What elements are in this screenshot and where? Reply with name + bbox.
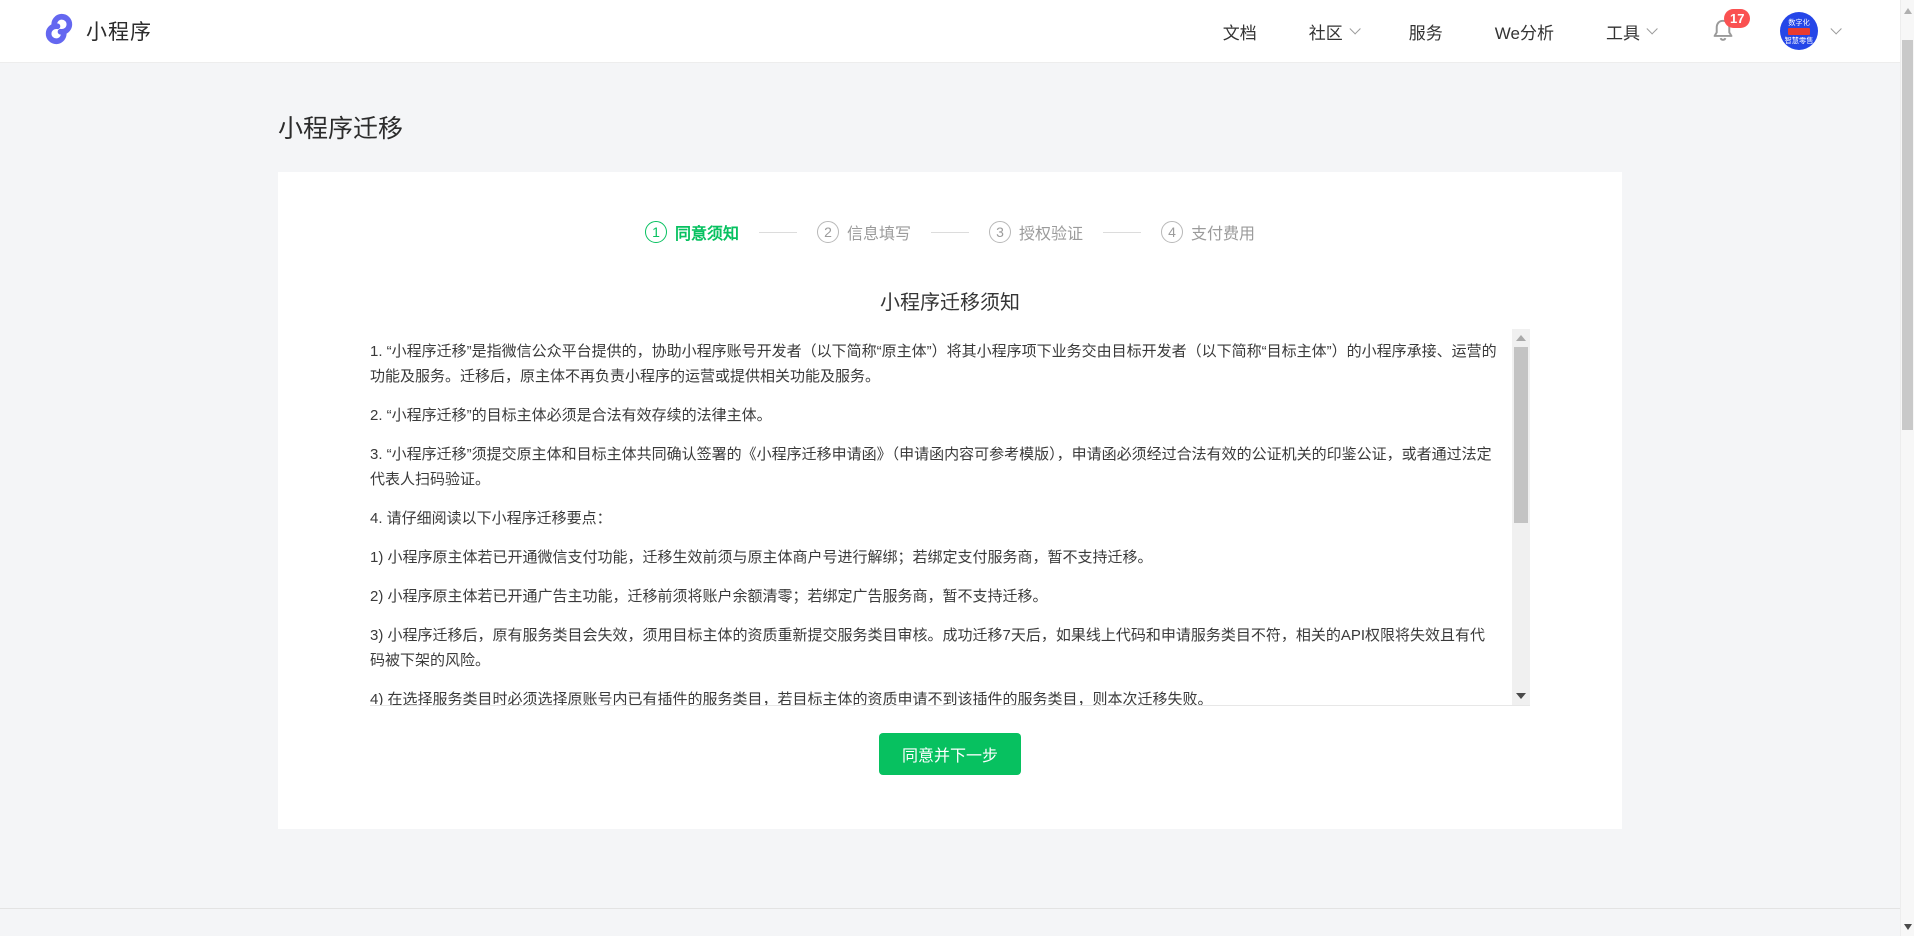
step-number: 3 xyxy=(989,221,1011,243)
notice-paragraph: 4) 在选择服务类目时必须选择原账号内已有插件的服务类目，若目标主体的资质申请不… xyxy=(370,687,1500,705)
avatar-text-bottom: 智慧零售 xyxy=(1785,36,1814,44)
nav-item-label: 文档 xyxy=(1223,19,1257,44)
step-number: 2 xyxy=(817,221,839,243)
step-label: 同意须知 xyxy=(675,220,739,244)
button-row: 同意并下一步 xyxy=(278,733,1622,775)
logo-text: 小程序 xyxy=(86,16,152,46)
scroll-up-arrow-icon[interactable] xyxy=(1904,8,1912,14)
footer: 关于腾讯 | 文档中心 | 规则中心 | 客服中心 | 侵权投诉 Copyrig… xyxy=(0,908,1900,936)
nav-item-label: 工具 xyxy=(1606,19,1640,44)
notice-paragraph: 4. 请仔细阅读以下小程序迁移要点： xyxy=(370,506,1500,531)
notification-bell-button[interactable]: 17 xyxy=(1710,15,1740,47)
nav-item-label: We分析 xyxy=(1495,19,1554,44)
page-root: 小程序 文档 社区 服务 We分析 工具 xyxy=(0,0,1900,936)
page-title: 小程序迁移 xyxy=(278,109,1622,145)
page-scrollbar-thumb[interactable] xyxy=(1902,40,1913,430)
avatar-text-top: 数字化 xyxy=(1788,18,1810,26)
notice-paragraph: 3. “小程序迁移”须提交原主体和目标主体共同确认签署的《小程序迁移申请函》（申… xyxy=(370,442,1500,492)
nav-item-label: 社区 xyxy=(1309,19,1343,44)
notice-paragraph: 2) 小程序原主体若已开通广告主功能，迁移前须将账户余额清零；若绑定广告服务商，… xyxy=(370,584,1500,609)
chevron-down-icon xyxy=(1349,23,1360,34)
nav-item-tools[interactable]: 工具 xyxy=(1606,19,1654,44)
miniprogram-logo[interactable]: 小程序 xyxy=(42,12,152,51)
notice-scroll-area[interactable]: 1. “小程序迁移”是指微信公众平台提供的，协助小程序账号开发者（以下简称“原主… xyxy=(370,329,1530,706)
notice-text: 1. “小程序迁移”是指微信公众平台提供的，协助小程序账号开发者（以下简称“原主… xyxy=(370,329,1530,705)
nav-item-community[interactable]: 社区 xyxy=(1309,19,1357,44)
step-number: 4 xyxy=(1161,221,1183,243)
top-navbar: 小程序 文档 社区 服务 We分析 工具 xyxy=(0,0,1900,63)
chevron-down-icon xyxy=(1646,23,1657,34)
notice-scrollbar[interactable] xyxy=(1512,329,1530,705)
notice-title: 小程序迁移须知 xyxy=(278,286,1622,315)
step-connector xyxy=(1103,232,1141,233)
step-payment: 4 支付费用 xyxy=(1161,220,1255,244)
notice-paragraph: 1) 小程序原主体若已开通微信支付功能，迁移生效前须与原主体商户号进行解绑；若绑… xyxy=(370,545,1500,570)
miniprogram-logo-icon xyxy=(42,12,76,51)
step-connector xyxy=(759,232,797,233)
step-label: 授权验证 xyxy=(1019,220,1083,244)
account-menu[interactable]: 数字化 智慧零售 xyxy=(1780,12,1838,50)
step-number: 1 xyxy=(645,221,667,243)
step-agree-notice: 1 同意须知 xyxy=(645,220,739,244)
nav-item-docs[interactable]: 文档 xyxy=(1223,19,1257,44)
scroll-down-arrow-icon[interactable] xyxy=(1904,924,1912,930)
nav-item-label: 服务 xyxy=(1409,19,1443,44)
avatar: 数字化 智慧零售 xyxy=(1780,12,1818,50)
step-auth-verify: 3 授权验证 xyxy=(989,220,1083,244)
step-label: 信息填写 xyxy=(847,220,911,244)
notice-scrollbar-thumb[interactable] xyxy=(1514,347,1528,523)
notice-paragraph: 3) 小程序迁移后，原有服务类目会失效，须用目标主体的资质重新提交服务类目审核。… xyxy=(370,623,1500,673)
avatar-red-band xyxy=(1788,28,1810,35)
agree-next-button[interactable]: 同意并下一步 xyxy=(879,733,1021,775)
nav-item-we-analysis[interactable]: We分析 xyxy=(1495,19,1554,44)
scroll-up-arrow-icon[interactable] xyxy=(1516,335,1526,341)
scroll-down-arrow-icon[interactable] xyxy=(1516,693,1526,699)
notice-paragraph: 1. “小程序迁移”是指微信公众平台提供的，协助小程序账号开发者（以下简称“原主… xyxy=(370,339,1500,389)
page-scrollbar[interactable] xyxy=(1900,0,1914,936)
step-fill-info: 2 信息填写 xyxy=(817,220,911,244)
notice-paragraph: 2. “小程序迁移”的目标主体必须是合法有效存续的法律主体。 xyxy=(370,403,1500,428)
notification-count-badge: 17 xyxy=(1724,9,1750,28)
wizard-stepper: 1 同意须知 2 信息填写 3 授权验证 4 xyxy=(278,220,1622,244)
migration-card: 1 同意须知 2 信息填写 3 授权验证 4 xyxy=(278,172,1622,829)
step-label: 支付费用 xyxy=(1191,220,1255,244)
main-content: 小程序迁移 1 同意须知 2 信息填写 3 授权 xyxy=(0,109,1900,936)
nav-links: 文档 社区 服务 We分析 工具 xyxy=(1223,19,1654,44)
nav-item-services[interactable]: 服务 xyxy=(1409,19,1443,44)
step-connector xyxy=(931,232,969,233)
chevron-down-icon xyxy=(1830,23,1841,34)
